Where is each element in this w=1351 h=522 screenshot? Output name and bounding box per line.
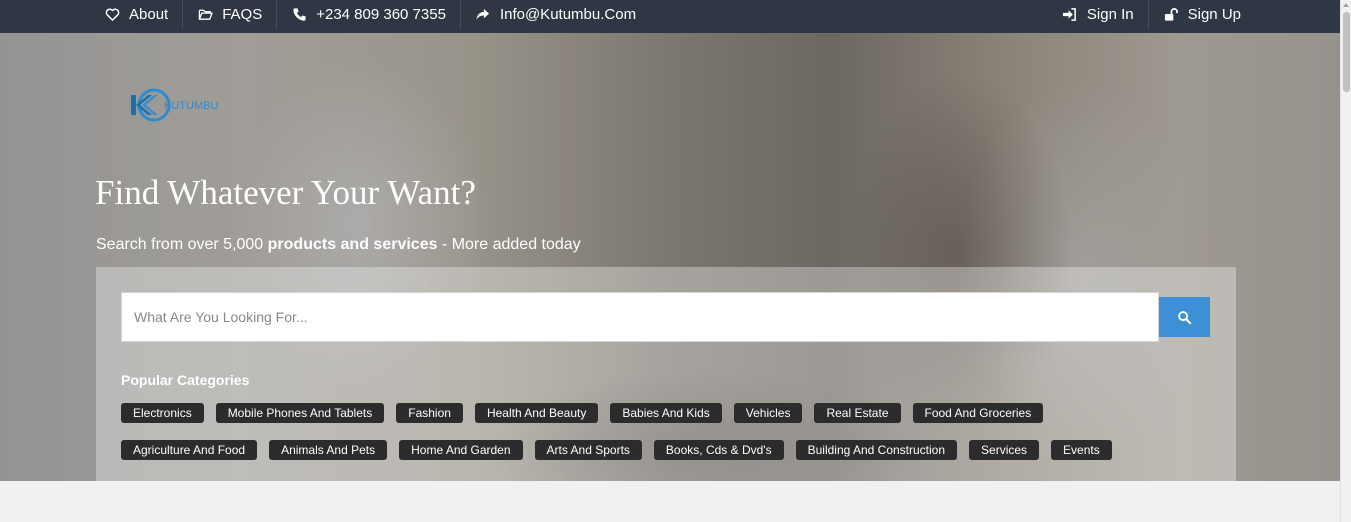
unlock-icon bbox=[1163, 7, 1179, 23]
search-input[interactable] bbox=[121, 292, 1159, 342]
category-tag[interactable]: Books, Cds & Dvd's bbox=[653, 440, 784, 460]
hero-subtitle: Search from over 5,000 products and serv… bbox=[96, 236, 581, 254]
category-tag[interactable]: Real Estate bbox=[814, 403, 901, 423]
page-scrollbar[interactable] bbox=[1340, 0, 1351, 522]
search-icon bbox=[1178, 310, 1192, 324]
phone-label: +234 809 360 7355 bbox=[316, 6, 446, 23]
email-link[interactable]: Info@Kutumbu.Com bbox=[461, 0, 650, 29]
category-tag[interactable]: Building And Construction bbox=[795, 440, 958, 460]
scrollbar-thumb[interactable] bbox=[1343, 12, 1350, 92]
category-tag[interactable]: Babies And Kids bbox=[610, 403, 722, 423]
share-icon bbox=[475, 7, 491, 23]
sign-in-label: Sign In bbox=[1086, 6, 1134, 23]
sign-up-link[interactable]: Sign Up bbox=[1149, 0, 1255, 29]
category-tag[interactable]: Services bbox=[969, 440, 1040, 460]
category-tag[interactable]: Electronics bbox=[121, 403, 204, 423]
subtitle-prefix: Search from over 5,000 bbox=[96, 236, 268, 253]
scroll-up-icon[interactable] bbox=[1343, 3, 1349, 7]
popular-categories-title: Popular Categories bbox=[121, 372, 250, 388]
category-tag[interactable]: Food And Groceries bbox=[912, 403, 1044, 423]
phone-link[interactable]: +234 809 360 7355 bbox=[277, 0, 461, 29]
phone-icon bbox=[291, 7, 307, 23]
hero-banner: KUTUMBU Find Whatever Your Want? Search … bbox=[0, 33, 1340, 481]
category-tag[interactable]: Vehicles bbox=[733, 403, 803, 423]
about-link[interactable]: About bbox=[90, 0, 184, 29]
category-tag[interactable]: Arts And Sports bbox=[534, 440, 642, 460]
hero-title: Find Whatever Your Want? bbox=[95, 173, 476, 212]
category-tag[interactable]: Health And Beauty bbox=[474, 403, 599, 423]
category-row-1: Electronics Mobile Phones And Tablets Fa… bbox=[121, 403, 1055, 423]
top-nav-bar: About FAQS +234 809 360 7355 Info@Kutumb… bbox=[0, 0, 1340, 33]
category-tag[interactable]: Events bbox=[1051, 440, 1112, 460]
faqs-link[interactable]: FAQS bbox=[183, 0, 278, 29]
top-nav-left: About FAQS +234 809 360 7355 Info@Kutumb… bbox=[90, 0, 650, 29]
logo-text: KUTUMBU bbox=[164, 100, 218, 112]
sign-up-label: Sign Up bbox=[1187, 6, 1241, 23]
search-button[interactable] bbox=[1159, 297, 1210, 337]
category-tag[interactable]: Animals And Pets bbox=[269, 440, 388, 460]
category-row-2: Agriculture And Food Animals And Pets Ho… bbox=[121, 440, 1124, 460]
heart-icon bbox=[104, 7, 120, 23]
kutumbu-logo[interactable]: KUTUMBU bbox=[128, 85, 218, 125]
top-nav-right: Sign In Sign Up bbox=[1048, 0, 1255, 29]
folder-icon bbox=[197, 7, 213, 23]
about-label: About bbox=[129, 6, 169, 23]
category-tag[interactable]: Mobile Phones And Tablets bbox=[215, 403, 385, 423]
email-label: Info@Kutumbu.Com bbox=[499, 6, 637, 23]
category-tag[interactable]: Home And Garden bbox=[399, 440, 523, 460]
category-tag[interactable]: Fashion bbox=[396, 403, 463, 423]
category-tag[interactable]: Agriculture And Food bbox=[121, 440, 258, 460]
subtitle-suffix: - More added today bbox=[437, 236, 581, 253]
faqs-label: FAQS bbox=[222, 6, 263, 23]
sign-in-link[interactable]: Sign In bbox=[1048, 0, 1149, 29]
search-panel: Popular Categories Electronics Mobile Ph… bbox=[96, 267, 1236, 481]
subtitle-bold: products and services bbox=[267, 236, 438, 253]
sign-in-icon bbox=[1062, 7, 1078, 23]
